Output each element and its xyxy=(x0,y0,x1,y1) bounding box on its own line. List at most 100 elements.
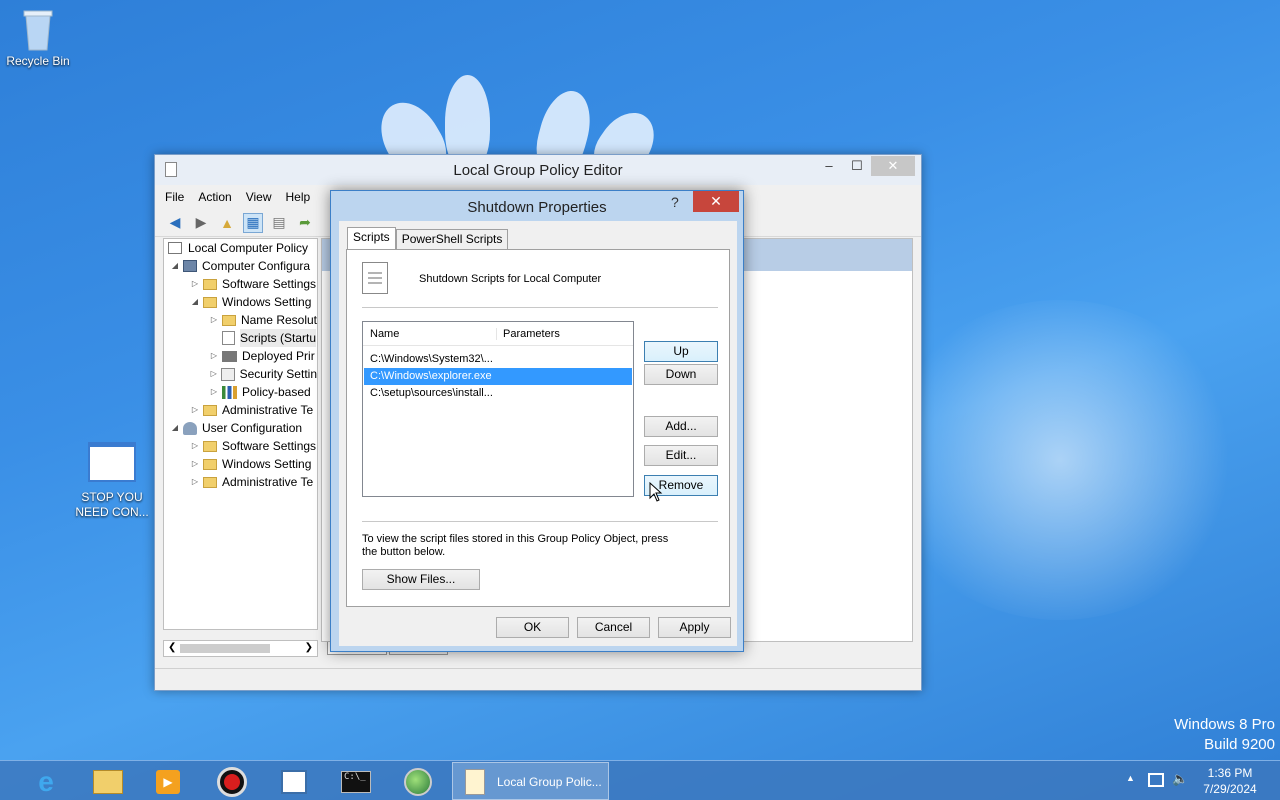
network-icon[interactable] xyxy=(1148,773,1164,787)
apply-button[interactable]: Apply xyxy=(658,617,731,638)
show-files-button[interactable]: Show Files... xyxy=(362,569,480,590)
collapsed-chevron-icon[interactable]: ▷ xyxy=(190,437,200,455)
tree-item-label: Policy-based xyxy=(242,385,311,399)
close-button[interactable]: ✕ xyxy=(871,156,915,176)
tree-item-security-settings[interactable]: ▷ Security Settin xyxy=(164,365,317,383)
shortcut-label-line1: STOP YOU xyxy=(81,490,143,504)
taskbar-clock[interactable]: 1:36 PM 7/29/2024 xyxy=(1195,765,1265,797)
scripts-icon xyxy=(222,331,235,345)
internet-explorer-button[interactable]: e xyxy=(18,764,74,800)
command-prompt-icon: C:\_ xyxy=(341,771,371,793)
collapsed-chevron-icon[interactable]: ▷ xyxy=(190,401,200,419)
help-button[interactable]: ? xyxy=(671,194,679,210)
desktop-shortcut[interactable]: STOP YOU NEED CON... xyxy=(74,442,150,520)
tree-item-user-administrative-templates[interactable]: ▷ Administrative Te xyxy=(164,473,317,491)
scroll-thumb[interactable] xyxy=(180,644,270,653)
tree-item-scripts[interactable]: Scripts (Startu xyxy=(164,329,317,347)
tree-item-name-resolution[interactable]: ▷ Name Resolut xyxy=(164,311,317,329)
dialog-title-bar[interactable]: Shutdown Properties ? ✕ xyxy=(331,191,743,221)
maximize-button[interactable]: ☐ xyxy=(845,156,869,176)
tree-item-policy-based-qos[interactable]: ▷ Policy-based xyxy=(164,383,317,401)
menu-action[interactable]: Action xyxy=(198,190,231,204)
file-explorer-button[interactable] xyxy=(80,764,136,800)
menu-file[interactable]: File xyxy=(165,190,184,204)
record-icon xyxy=(217,767,247,797)
down-button[interactable]: Down xyxy=(644,364,718,385)
folder-icon xyxy=(203,296,217,308)
column-parameters[interactable]: Parameters xyxy=(497,328,560,340)
command-prompt-button[interactable]: C:\_ xyxy=(328,764,384,800)
list-header: Name Parameters xyxy=(363,322,633,346)
volume-muted-icon[interactable]: 🔈 xyxy=(1172,771,1188,787)
folder-icon xyxy=(203,440,217,452)
list-item[interactable]: C:\Windows\System32\... xyxy=(364,351,632,368)
media-player-button[interactable]: ▶ xyxy=(140,764,196,800)
tree-item-local-computer-policy[interactable]: Local Computer Policy xyxy=(164,239,317,257)
collapsed-chevron-icon[interactable]: ▷ xyxy=(190,455,200,473)
menu-view[interactable]: View xyxy=(246,190,272,204)
tree-item-administrative-templates[interactable]: ▷ Administrative Te xyxy=(164,401,317,419)
properties-icon[interactable]: ▤ xyxy=(269,213,289,233)
forward-icon[interactable]: ▶ xyxy=(191,213,211,233)
collapsed-chevron-icon[interactable]: ▷ xyxy=(190,473,200,491)
tab-powershell-scripts[interactable]: PowerShell Scripts xyxy=(395,229,509,249)
dialog-body: Scripts PowerShell Scripts Shutdown Scri… xyxy=(339,221,737,646)
up-folder-icon[interactable]: ▲ xyxy=(217,213,237,233)
cancel-button[interactable]: Cancel xyxy=(577,617,650,638)
windows-edition-watermark: Windows 8 Pro Build 9200 xyxy=(1174,716,1275,753)
status-bar xyxy=(155,668,921,690)
tree-item-label: User Configuration xyxy=(202,421,303,435)
collapsed-chevron-icon[interactable]: ▷ xyxy=(209,311,219,329)
tree-item-user-configuration[interactable]: ◢ User Configuration xyxy=(164,419,317,437)
scroll-left-icon[interactable]: ❮ xyxy=(168,642,176,653)
tree-item-label: Name Resolut xyxy=(240,313,317,327)
taskbar-gpe-button[interactable]: Local Group Polic... xyxy=(452,762,609,800)
menu-help[interactable]: Help xyxy=(286,190,311,204)
recycle-bin-label: Recycle Bin xyxy=(6,54,70,68)
back-icon[interactable]: ◀ xyxy=(165,213,185,233)
collapsed-chevron-icon[interactable]: ▷ xyxy=(209,365,218,383)
network-app-button[interactable] xyxy=(390,764,446,800)
tree-item-deployed-printers[interactable]: ▷ Deployed Prir xyxy=(164,347,317,365)
ok-button[interactable]: OK xyxy=(496,617,569,638)
tree-item-user-windows-settings[interactable]: ▷ Windows Setting xyxy=(164,455,317,473)
collapsed-chevron-icon[interactable]: ▷ xyxy=(209,383,219,401)
list-item-selected[interactable]: C:\Windows\explorer.exe xyxy=(364,368,632,385)
export-list-icon[interactable]: ➦ xyxy=(295,213,315,233)
taskbar: e ▶ C:\_ Local Group Polic... ▲ 🔈 xyxy=(0,760,1280,800)
expanded-chevron-icon[interactable]: ◢ xyxy=(170,419,180,437)
scripts-tab-panel: Shutdown Scripts for Local Computer Name… xyxy=(346,249,730,607)
folder-icon xyxy=(203,404,217,416)
divider xyxy=(362,521,718,522)
computer-icon xyxy=(183,260,197,272)
tree-item-software-settings[interactable]: ▷ Software Settings xyxy=(164,275,317,293)
scripts-list[interactable]: Name Parameters C:\Windows\System32\... … xyxy=(362,321,634,497)
tree-item-windows-settings[interactable]: ◢ Windows Setting xyxy=(164,293,317,311)
chart-icon xyxy=(222,385,237,399)
divider xyxy=(362,307,718,308)
minimize-button[interactable]: ‒ xyxy=(817,156,841,176)
recycle-bin-shortcut[interactable]: Recycle Bin xyxy=(0,6,76,68)
collapsed-chevron-icon[interactable]: ▷ xyxy=(190,275,200,293)
tree-item-user-software-settings[interactable]: ▷ Software Settings xyxy=(164,437,317,455)
tree-horizontal-scrollbar[interactable]: ❮ ❯ xyxy=(163,640,318,657)
tree-item-label: Local Computer Policy xyxy=(188,241,309,255)
tree-item-computer-configuration[interactable]: ◢ Computer Configura xyxy=(164,257,317,275)
add-button[interactable]: Add... xyxy=(644,416,718,437)
scroll-right-icon[interactable]: ❯ xyxy=(305,642,313,653)
column-name[interactable]: Name xyxy=(363,327,497,340)
show-hide-tree-icon[interactable]: ▦ xyxy=(243,212,263,233)
list-item[interactable]: C:\setup\sources\install... xyxy=(364,385,632,402)
collapsed-chevron-icon[interactable]: ▷ xyxy=(209,347,219,365)
expanded-chevron-icon[interactable]: ◢ xyxy=(170,257,180,275)
dialog-tabs: Scripts PowerShell Scripts xyxy=(347,227,509,249)
show-hidden-icons-icon[interactable]: ▲ xyxy=(1126,773,1135,783)
gpe-title-bar[interactable]: Local Group Policy Editor ‒ ☐ ✕ xyxy=(155,155,921,185)
up-button[interactable]: Up xyxy=(644,341,718,362)
dialog-close-button[interactable]: ✕ xyxy=(693,191,739,212)
record-app-button[interactable] xyxy=(204,764,260,800)
edit-button[interactable]: Edit... xyxy=(644,445,718,466)
app-window-button[interactable] xyxy=(266,764,322,800)
expanded-chevron-icon[interactable]: ◢ xyxy=(190,293,200,311)
tab-scripts[interactable]: Scripts xyxy=(347,227,396,249)
